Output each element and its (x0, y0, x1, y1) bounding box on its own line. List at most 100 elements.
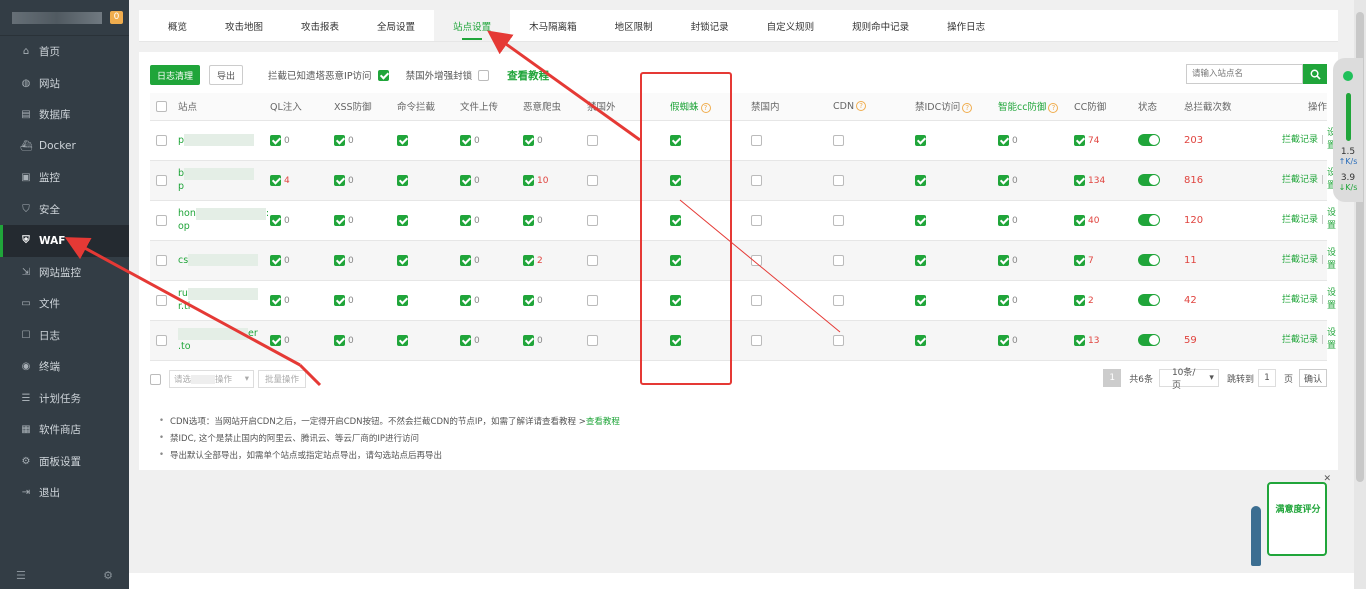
cdn-checkbox[interactable] (833, 334, 844, 346)
settings-link[interactable]: 设置 (1327, 247, 1337, 273)
crawler-checkbox[interactable] (523, 174, 534, 186)
smart-cc-checkbox[interactable] (998, 334, 1009, 346)
page-input[interactable]: 1 (1257, 369, 1276, 387)
domestic-checkbox[interactable] (751, 334, 762, 346)
page-current[interactable]: 1 (1103, 369, 1122, 387)
log-clean-button[interactable]: 日志清理 (150, 65, 201, 85)
upload-checkbox[interactable] (460, 214, 471, 226)
cmd-checkbox[interactable] (397, 294, 408, 306)
sidebar-item-3[interactable]: ⛴ Docker (0, 131, 129, 163)
overseas-checkbox[interactable] (587, 134, 598, 146)
idc-checkbox[interactable] (915, 134, 926, 146)
sidebar-item-8[interactable]: ▭ 文件 (0, 288, 129, 320)
tab-1[interactable]: 攻击地图 (206, 10, 282, 41)
cc-checkbox[interactable] (1074, 334, 1085, 346)
sidebar-item-4[interactable]: ▣ 监控 (0, 162, 129, 194)
row-checkbox[interactable] (156, 174, 167, 186)
fake-spider-checkbox[interactable] (670, 294, 681, 306)
domestic-checkbox[interactable] (751, 134, 762, 146)
overseas-block-checkbox[interactable] (478, 69, 490, 81)
row-checkbox[interactable] (156, 134, 167, 146)
upload-checkbox[interactable] (460, 134, 471, 146)
intercept-known-ip-checkbox[interactable] (377, 69, 389, 81)
help-icon[interactable]: ? (1048, 102, 1059, 113)
tab-2[interactable]: 攻击报表 (282, 10, 358, 41)
footer-select-all-checkbox[interactable] (150, 373, 161, 385)
domestic-checkbox[interactable] (751, 214, 762, 226)
xss-checkbox[interactable] (334, 174, 345, 186)
cdn-checkbox[interactable] (833, 214, 844, 226)
sidebar-item-1[interactable]: ◍ 网站 (0, 68, 129, 100)
smart-cc-checkbox[interactable] (998, 214, 1009, 226)
upload-checkbox[interactable] (460, 254, 471, 266)
smart-cc-checkbox[interactable] (998, 174, 1009, 186)
crawler-checkbox[interactable] (523, 254, 534, 266)
sidebar-item-0[interactable]: ⌂ 首页 (0, 36, 129, 68)
crawler-checkbox[interactable] (523, 294, 534, 306)
site-name-link[interactable]: bp (178, 167, 270, 193)
status-toggle[interactable] (1138, 294, 1160, 306)
intercept-records-link[interactable]: 拦截记录 (1282, 295, 1318, 305)
cmd-checkbox[interactable] (397, 174, 408, 186)
page-confirm-button[interactable]: 确认 (1298, 369, 1327, 387)
cmd-checkbox[interactable] (397, 254, 408, 266)
batch-select[interactable]: 请选 操作 ▾ (169, 370, 254, 388)
status-toggle[interactable] (1138, 214, 1160, 226)
site-name-link[interactable]: ru r.ti (178, 287, 270, 313)
row-checkbox[interactable] (156, 254, 167, 266)
sidebar-item-6[interactable]: ⛨ WAF (0, 225, 129, 257)
tab-9[interactable]: 规则命中记录 (833, 10, 928, 41)
row-checkbox[interactable] (156, 294, 167, 306)
site-name-link[interactable]: hon: op (178, 207, 270, 233)
cc-checkbox[interactable] (1074, 214, 1085, 226)
overseas-checkbox[interactable] (587, 334, 598, 346)
row-checkbox[interactable] (156, 334, 167, 346)
sidebar-item-10[interactable]: ◉ 终端 (0, 351, 129, 383)
fake-spider-checkbox[interactable] (670, 174, 681, 186)
search-button[interactable] (1303, 64, 1327, 84)
domestic-checkbox[interactable] (751, 174, 762, 186)
tab-0[interactable]: 概览 (149, 10, 206, 41)
idc-checkbox[interactable] (915, 174, 926, 186)
tab-10[interactable]: 操作日志 (928, 10, 1004, 41)
cc-checkbox[interactable] (1074, 174, 1085, 186)
smart-cc-checkbox[interactable] (998, 254, 1009, 266)
tab-8[interactable]: 自定义规则 (748, 10, 834, 41)
xss-checkbox[interactable] (334, 294, 345, 306)
per-page-select[interactable]: 10条/页 ▾ (1158, 368, 1219, 391)
sidebar-item-13[interactable]: ⚙ 面板设置 (0, 446, 129, 478)
overseas-checkbox[interactable] (587, 294, 598, 306)
site-name-link[interactable]: er .to (178, 327, 270, 353)
tab-6[interactable]: 地区限制 (596, 10, 672, 41)
network-speed-widget[interactable]: 1.5 ↑K/s 3.9 ↓K/s (1333, 58, 1363, 202)
site-name-link[interactable]: p (178, 134, 270, 147)
domestic-checkbox[interactable] (751, 254, 762, 266)
cmd-checkbox[interactable] (397, 214, 408, 226)
status-toggle[interactable] (1138, 254, 1160, 266)
crawler-checkbox[interactable] (523, 214, 534, 226)
sql-checkbox[interactable] (270, 254, 281, 266)
help-icon[interactable]: ? (962, 102, 973, 113)
xss-checkbox[interactable] (334, 334, 345, 346)
cc-checkbox[interactable] (1074, 294, 1085, 306)
overseas-checkbox[interactable] (587, 214, 598, 226)
sidebar-item-14[interactable]: ⇥ 退出 (0, 477, 129, 509)
intercept-records-link[interactable]: 拦截记录 (1282, 215, 1318, 225)
overseas-checkbox[interactable] (587, 174, 598, 186)
site-search-input[interactable] (1186, 64, 1303, 84)
cdn-checkbox[interactable] (833, 174, 844, 186)
smart-cc-checkbox[interactable] (998, 134, 1009, 146)
xss-checkbox[interactable] (334, 134, 345, 146)
cdn-checkbox[interactable] (833, 254, 844, 266)
upload-checkbox[interactable] (460, 174, 471, 186)
fake-spider-checkbox[interactable] (670, 214, 681, 226)
intercept-records-link[interactable]: 拦截记录 (1282, 135, 1318, 145)
export-button[interactable]: 导出 (209, 65, 244, 85)
intercept-records-link[interactable]: 拦截记录 (1282, 175, 1318, 185)
sidebar-item-12[interactable]: ▦ 软件商店 (0, 414, 129, 446)
gear-icon[interactable]: ⚙ (103, 569, 113, 582)
cc-checkbox[interactable] (1074, 254, 1085, 266)
row-checkbox[interactable] (156, 214, 167, 226)
view-tutorial-link[interactable]: 查看教程 (507, 68, 549, 83)
menu-toggle-icon[interactable]: ☰ (16, 569, 26, 582)
